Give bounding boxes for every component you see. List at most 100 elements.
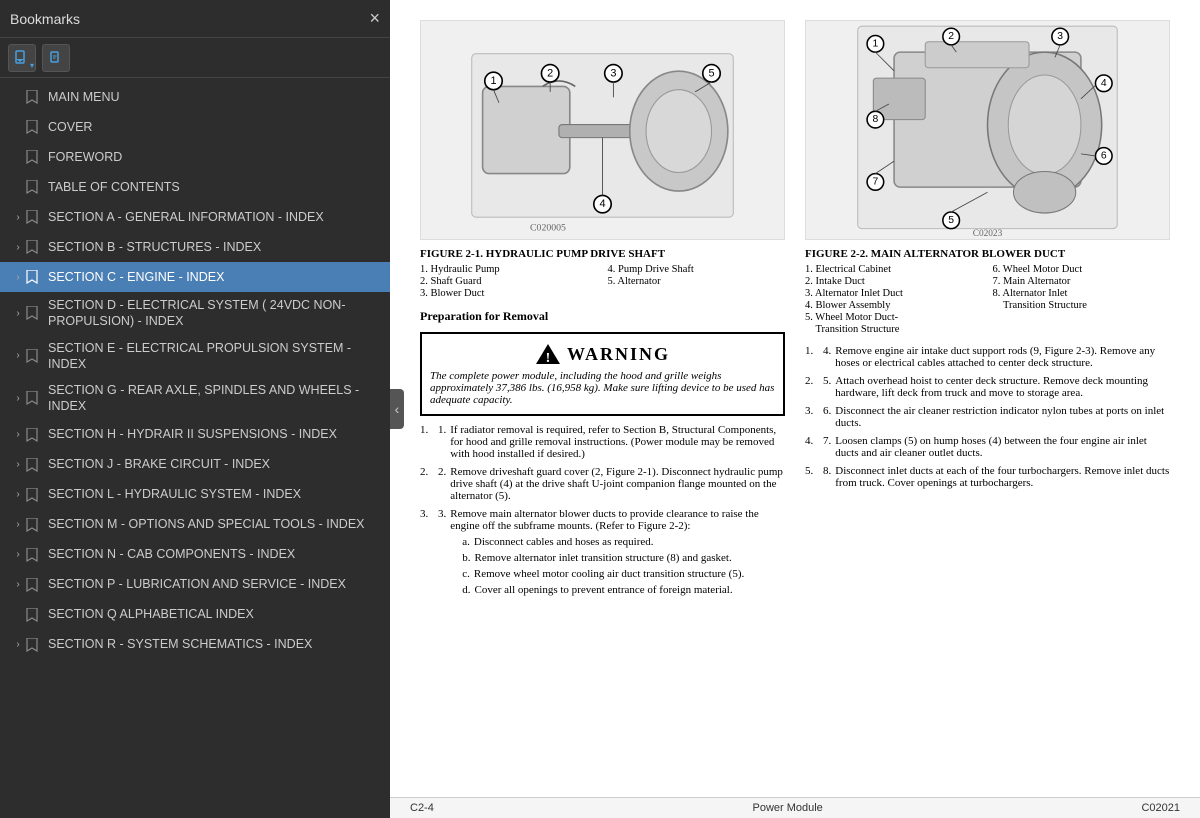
step-4: 4. Remove engine air intake duct support… bbox=[805, 345, 1170, 369]
svg-text:4: 4 bbox=[1101, 78, 1107, 89]
bookmark-icon-main-menu bbox=[26, 90, 42, 104]
step-2: 2. Remove driveshaft guard cover (2, Fig… bbox=[420, 466, 785, 502]
bookmark-item-section-m[interactable]: ›SECTION M - OPTIONS AND SPECIAL TOOLS -… bbox=[0, 510, 390, 540]
bookmark-item-cover[interactable]: COVER bbox=[0, 112, 390, 142]
substep-b: b.Remove alternator inlet transition str… bbox=[462, 552, 785, 564]
figure-1-caption: FIGURE 2-1. HYDRAULIC PUMP DRIVE SHAFT bbox=[420, 248, 785, 260]
bookmark-icon-section-p bbox=[26, 578, 42, 592]
step-1-text: If radiator removal is required, refer t… bbox=[450, 424, 785, 460]
svg-text:2: 2 bbox=[948, 31, 954, 42]
bookmark-label-section-q: SECTION Q ALPHABETICAL INDEX bbox=[48, 606, 382, 622]
warning-title: WARNING bbox=[567, 344, 670, 365]
sidebar-close-button[interactable]: × bbox=[369, 8, 380, 29]
bookmark-item-section-h[interactable]: ›SECTION H - HYDRAIR II SUSPENSIONS - IN… bbox=[0, 420, 390, 450]
warning-box: ! WARNING The complete power module, inc… bbox=[420, 332, 785, 416]
doc-footer: C2-4 Power Module C02021 bbox=[390, 797, 1200, 818]
bookmark-label-section-n: SECTION N - CAB COMPONENTS - INDEX bbox=[48, 546, 382, 562]
substep-c: c.Remove wheel motor cooling air duct tr… bbox=[462, 568, 785, 580]
svg-text:7: 7 bbox=[872, 176, 878, 187]
bookmark-label-toc: TABLE OF CONTENTS bbox=[48, 179, 382, 195]
bookmark-item-section-q[interactable]: SECTION Q ALPHABETICAL INDEX bbox=[0, 600, 390, 630]
bookmark-item-section-n[interactable]: › SECTION N - CAB COMPONENTS - INDEX bbox=[0, 540, 390, 570]
bookmark-label-cover: COVER bbox=[48, 119, 382, 135]
bookmark-item-section-e[interactable]: › SECTION E - ELECTRICAL PROPULSION SYSTE… bbox=[0, 335, 390, 378]
figure-2-2-image: 1 2 3 4 5 6 7 8 bbox=[805, 20, 1170, 240]
bookmark-expand-button[interactable] bbox=[8, 44, 36, 72]
figure-2-1-image: 1 2 3 4 5 bbox=[420, 20, 785, 240]
steps-list: 1. If radiator removal is required, refe… bbox=[420, 424, 785, 600]
bookmark-item-toc[interactable]: TABLE OF CONTENTS bbox=[0, 172, 390, 202]
expand-arrow-section-d[interactable]: › bbox=[10, 307, 26, 320]
bookmark-label-section-a: SECTION A - GENERAL INFORMATION - INDEX bbox=[48, 209, 382, 225]
expand-arrow-section-b[interactable]: › bbox=[10, 241, 26, 254]
bookmark-icon-cover bbox=[26, 120, 42, 134]
bookmarks-list: MAIN MENU COVER FOREWORD TABLE OF CONTENTS ›… bbox=[0, 78, 390, 818]
figure-1-list: 1. Hydraulic Pump4. Pump Drive Shaft 2. … bbox=[420, 264, 785, 299]
expand-arrow-section-m[interactable]: › bbox=[10, 518, 26, 531]
step-5: 5. Attach overhead hoist to center deck … bbox=[805, 375, 1170, 399]
bookmark-item-section-p[interactable]: › SECTION P - LUBRICATION AND SERVICE - I… bbox=[0, 570, 390, 600]
bookmark-label-foreword: FOREWORD bbox=[48, 149, 382, 165]
bookmark-label-section-b: SECTION B - STRUCTURES - INDEX bbox=[48, 239, 382, 255]
svg-text:8: 8 bbox=[872, 114, 878, 125]
bookmark-label-section-r: SECTION R - SYSTEM SCHEMATICS - INDEX bbox=[48, 636, 382, 652]
bookmark-icon-section-r bbox=[26, 638, 42, 652]
bookmark-item-section-r[interactable]: › SECTION R - SYSTEM SCHEMATICS - INDEX bbox=[0, 630, 390, 660]
step-3-substeps: a.Disconnect cables and hoses as require… bbox=[450, 536, 785, 596]
footer-center: Power Module bbox=[752, 802, 822, 814]
bookmark-icon-section-c bbox=[26, 270, 42, 284]
bookmark-icon-section-d bbox=[26, 306, 42, 320]
svg-text:C02023: C02023 bbox=[973, 229, 1003, 239]
svg-text:3: 3 bbox=[610, 67, 616, 79]
collapse-sidebar-button[interactable]: ‹ bbox=[390, 389, 404, 429]
svg-text:5: 5 bbox=[948, 215, 954, 226]
footer-left: C2-4 bbox=[410, 802, 434, 814]
bookmark-icon-section-q bbox=[26, 608, 42, 622]
expand-arrow-section-j[interactable]: › bbox=[10, 458, 26, 471]
bookmark-page-button[interactable] bbox=[42, 44, 70, 72]
bookmark-item-section-l[interactable]: › SECTION L - HYDRAULIC SYSTEM - INDEX bbox=[0, 480, 390, 510]
bookmark-item-section-d[interactable]: ›SECTION D - ELECTRICAL SYSTEM ( 24VDC N… bbox=[0, 292, 390, 335]
footer-right: C02021 bbox=[1141, 802, 1180, 814]
left-column: 1 2 3 4 5 bbox=[420, 20, 785, 606]
step-2-text: Remove driveshaft guard cover (2, Figure… bbox=[450, 466, 785, 502]
bookmark-item-section-a[interactable]: › SECTION A - GENERAL INFORMATION - INDEX bbox=[0, 202, 390, 232]
bookmark-icon-section-e bbox=[26, 349, 42, 363]
sidebar-title: Bookmarks bbox=[10, 11, 80, 27]
expand-arrow-section-r[interactable]: › bbox=[10, 638, 26, 651]
expand-arrow-section-h[interactable]: › bbox=[10, 428, 26, 441]
warning-text: The complete power module, including the… bbox=[430, 370, 775, 406]
svg-text:5: 5 bbox=[708, 67, 714, 79]
bookmark-label-section-l: SECTION L - HYDRAULIC SYSTEM - INDEX bbox=[48, 486, 382, 502]
bookmark-icon-section-h bbox=[26, 428, 42, 442]
doc-body: 1 2 3 4 5 bbox=[390, 0, 1200, 797]
bookmark-label-section-e: SECTION E - ELECTRICAL PROPULSION SYSTEM… bbox=[48, 340, 382, 373]
svg-text:3: 3 bbox=[1057, 31, 1063, 42]
bookmark-item-section-g[interactable]: ›SECTION G - REAR AXLE, SPINDLES AND WHE… bbox=[0, 377, 390, 420]
bookmark-label-section-p: SECTION P - LUBRICATION AND SERVICE - IN… bbox=[48, 576, 382, 592]
expand-arrow-section-n[interactable]: › bbox=[10, 548, 26, 561]
step-3-text: Remove main alternator blower ducts to p… bbox=[450, 508, 785, 600]
expand-arrow-section-p[interactable]: › bbox=[10, 578, 26, 591]
expand-arrow-section-c[interactable]: › bbox=[10, 271, 26, 284]
bookmark-item-section-j[interactable]: ›SECTION J - BRAKE CIRCUIT - INDEX bbox=[0, 450, 390, 480]
figure-2-caption: FIGURE 2-2. MAIN ALTERNATOR BLOWER DUCT bbox=[805, 248, 1170, 260]
bookmark-icon-section-l bbox=[26, 488, 42, 502]
bookmark-item-main-menu[interactable]: MAIN MENU bbox=[0, 82, 390, 112]
bookmark-icon-section-g bbox=[26, 391, 42, 405]
bookmark-item-section-c[interactable]: ›SECTION C - ENGINE - INDEX bbox=[0, 262, 390, 292]
bookmark-item-foreword[interactable]: FOREWORD bbox=[0, 142, 390, 172]
bookmark-icon-foreword bbox=[26, 150, 42, 164]
step-6: 6. Disconnect the air cleaner restrictio… bbox=[805, 405, 1170, 429]
expand-arrow-section-e[interactable]: › bbox=[10, 349, 26, 362]
step-1: 1. If radiator removal is required, refe… bbox=[420, 424, 785, 460]
sidebar: Bookmarks × MAIN MENU COVER FOREWORD TABLE … bbox=[0, 0, 390, 818]
step-3-num: 3. bbox=[438, 508, 446, 600]
step-7: 7. Loosen clamps (5) on hump hoses (4) b… bbox=[805, 435, 1170, 459]
expand-arrow-section-g[interactable]: › bbox=[10, 392, 26, 405]
expand-arrow-section-l[interactable]: › bbox=[10, 488, 26, 501]
warning-triangle-icon: ! bbox=[535, 342, 561, 366]
expand-arrow-section-a[interactable]: › bbox=[10, 211, 26, 224]
step-8: 8. Disconnect inlet ducts at each of the… bbox=[805, 465, 1170, 489]
bookmark-item-section-b[interactable]: › SECTION B - STRUCTURES - INDEX bbox=[0, 232, 390, 262]
